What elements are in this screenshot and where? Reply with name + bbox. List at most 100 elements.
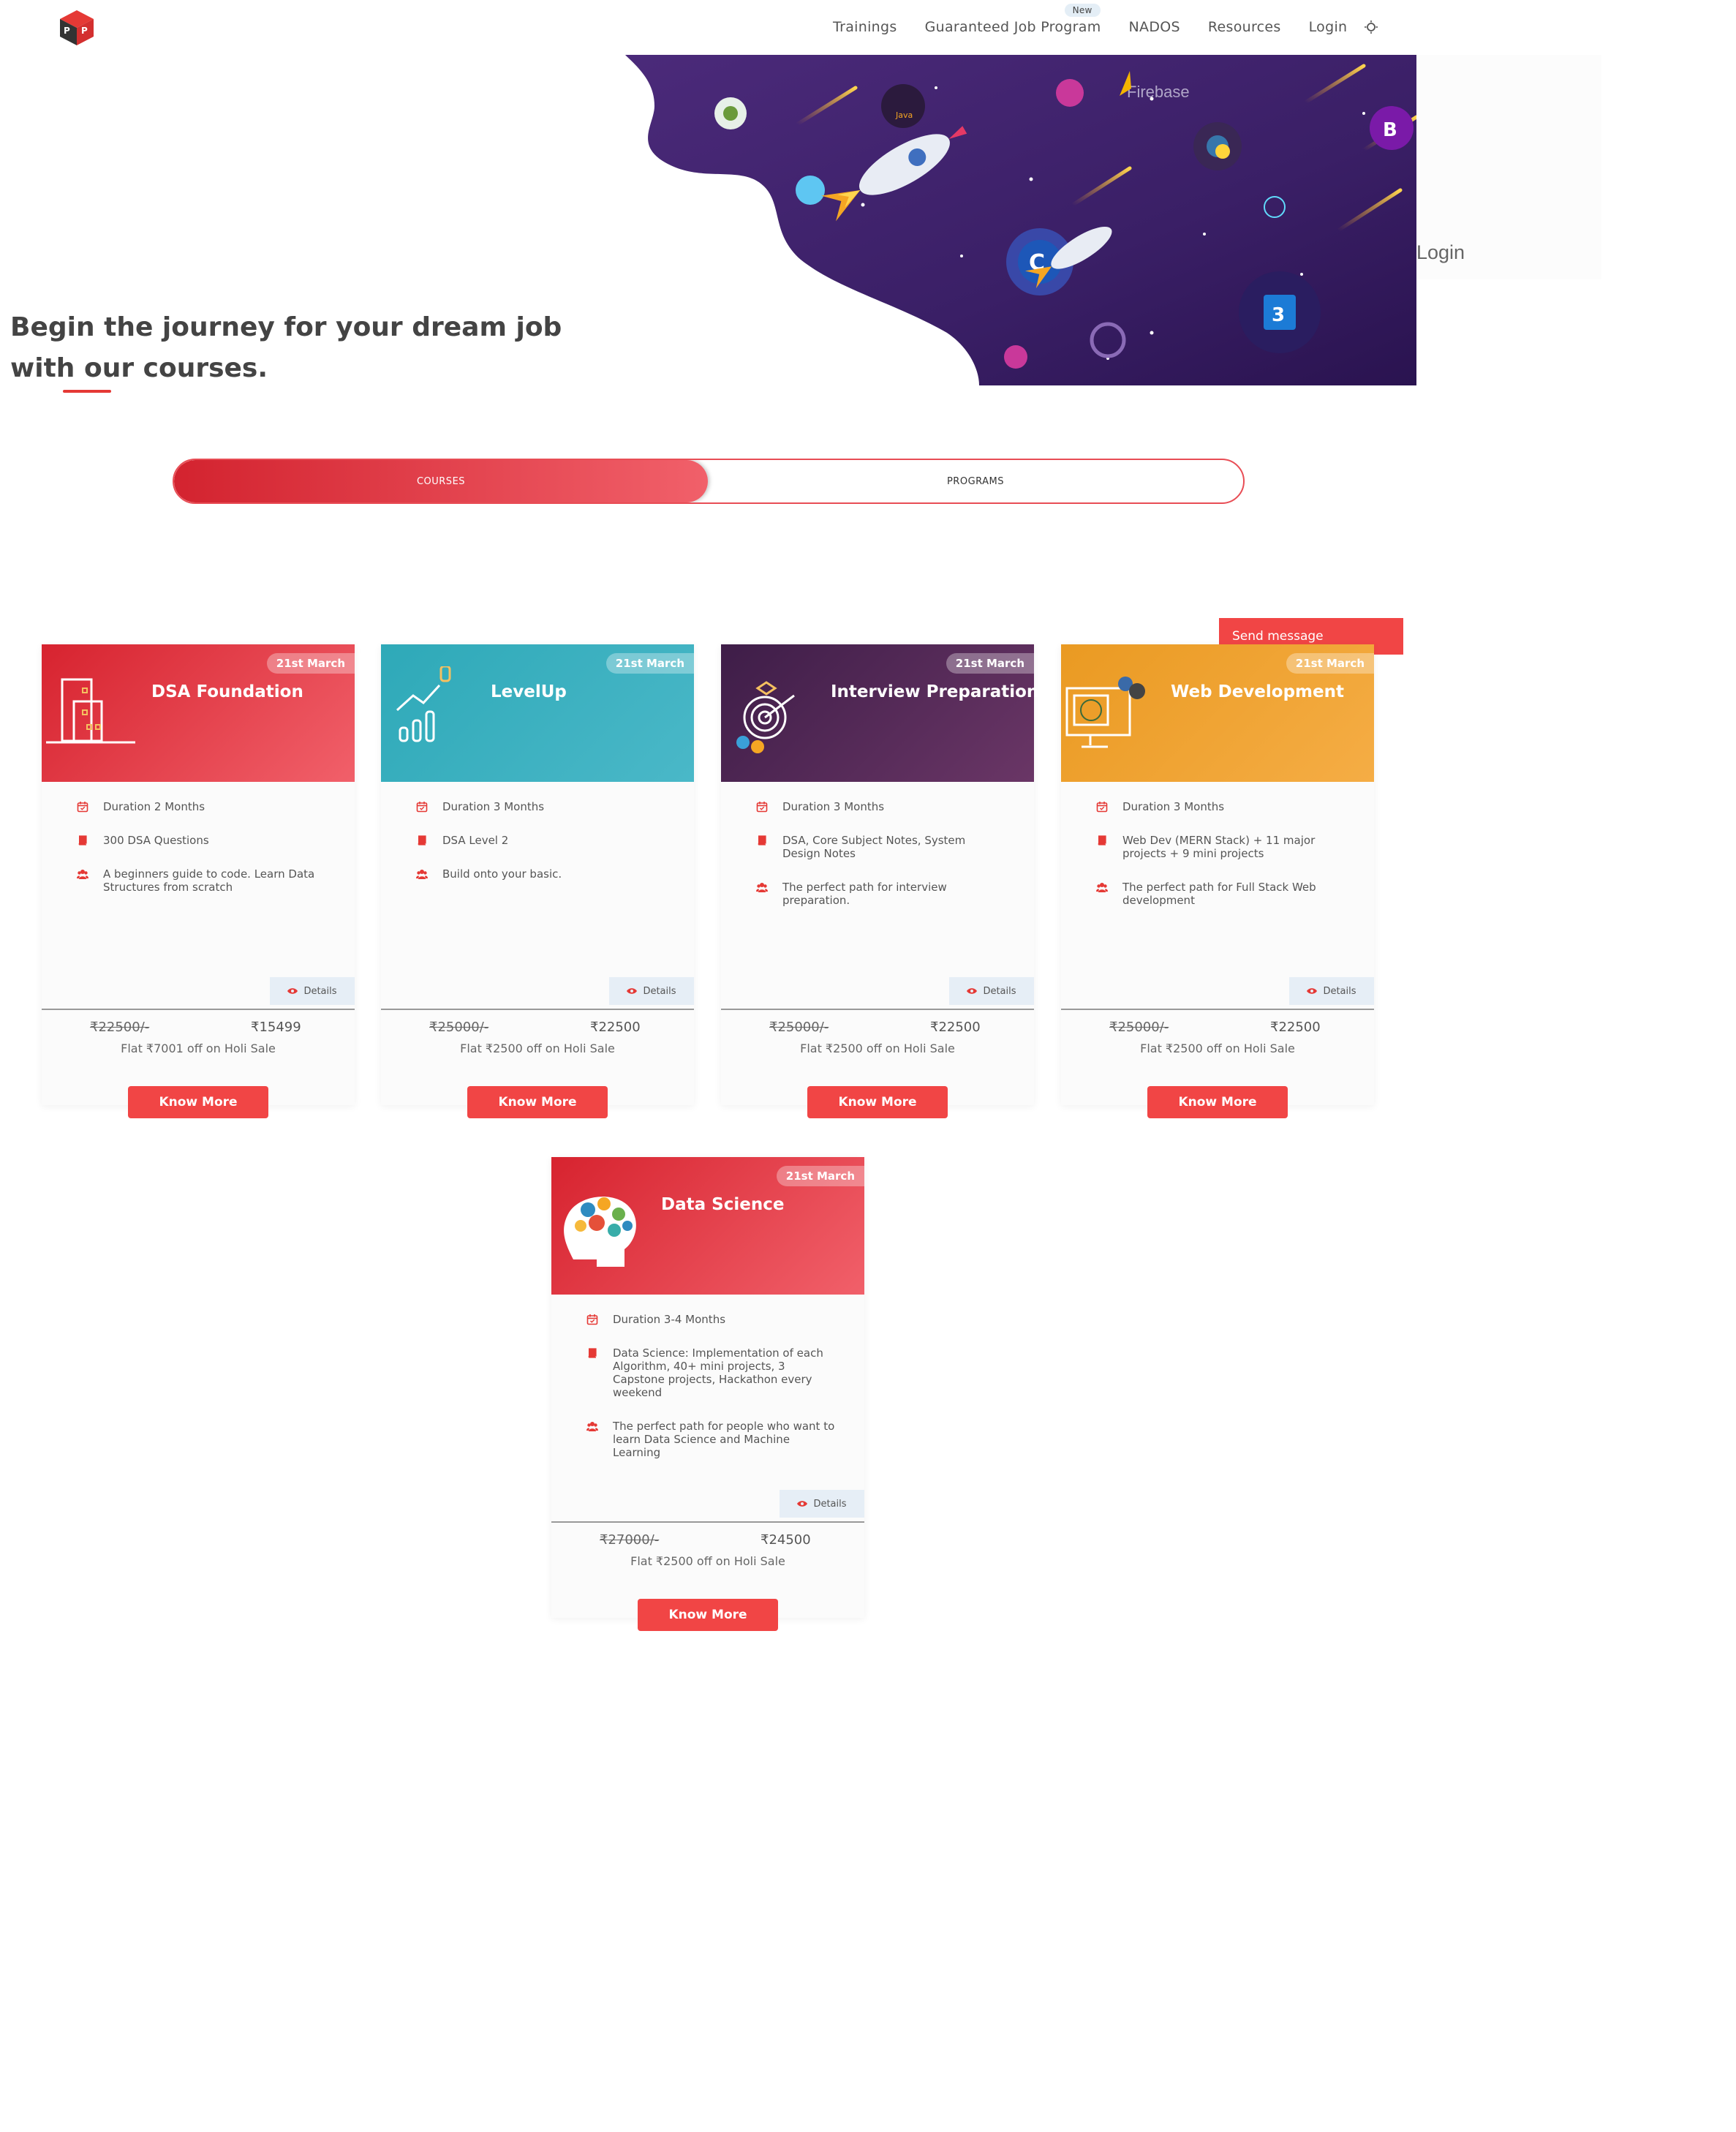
offer-text: Flat ₹2500 off on Holi Sale (630, 1554, 785, 1568)
feature-text: Data Science: Implementation of each Alg… (613, 1346, 823, 1399)
eye-icon (627, 988, 638, 994)
feature-item: DSA, Core Subject Notes, System Design N… (756, 834, 1005, 860)
book-icon (1098, 835, 1106, 845)
svg-text:P: P (81, 26, 88, 36)
price-divider (721, 1009, 1034, 1010)
hero-space-illustration: Java Firebase B C 3 (625, 55, 1416, 385)
feature-list: Duration 3 Months DSA, Core Subject Notes… (756, 800, 1005, 927)
course-title: Data Science (661, 1195, 785, 1214)
logo-icon[interactable]: P P (54, 7, 99, 48)
course-title: Web Development (1171, 682, 1344, 701)
users-icon (1096, 883, 1108, 892)
details-label: Details (983, 985, 1016, 997)
details-label: Details (1323, 985, 1356, 997)
users-icon (77, 870, 88, 879)
know-more-button[interactable]: Know More (638, 1599, 778, 1631)
feature-item: A beginners guide to code. Learn Data St… (77, 867, 325, 894)
feature-text: 300 DSA Questions (103, 834, 209, 847)
svg-text:3: 3 (1272, 304, 1285, 326)
calendar-icon (586, 1314, 598, 1325)
eye-icon (287, 988, 298, 994)
feature-text: Duration 3 Months (442, 800, 545, 813)
original-price: ₹27000/- (600, 1532, 660, 1548)
hero-title-underline (63, 390, 111, 393)
tab-courses[interactable]: COURSES (174, 460, 708, 502)
feature-text: DSA, Core Subject Notes, System Design N… (782, 834, 966, 860)
svg-text:Java: Java (895, 110, 913, 120)
sale-price: ₹22500 (1270, 1020, 1321, 1035)
svg-text:P: P (64, 26, 70, 36)
users-icon (756, 883, 768, 892)
original-price: ₹25000/- (1109, 1020, 1169, 1035)
original-price: ₹25000/- (769, 1020, 829, 1035)
details-button[interactable]: Details (609, 977, 694, 1005)
offer-text: Flat ₹2500 off on Holi Sale (460, 1041, 615, 1055)
tab-programs[interactable]: PROGRAMS (708, 460, 1243, 502)
eye-icon (797, 1501, 808, 1507)
start-date-badge: 21st March (946, 653, 1034, 674)
monitor-globe-icon (1065, 677, 1145, 748)
book-icon (588, 1348, 597, 1358)
nav-guaranteed-job-program[interactable]: Guaranteed Job Program New (911, 4, 1115, 35)
know-more-button[interactable]: Know More (1147, 1086, 1288, 1118)
details-label: Details (813, 1498, 847, 1510)
start-date-badge: 21st March (266, 653, 355, 674)
feature-text: Duration 3 Months (1122, 800, 1225, 813)
hero-login-link[interactable]: Login (1416, 241, 1465, 264)
know-more-button[interactable]: Know More (467, 1086, 608, 1118)
svg-text:B: B (1383, 119, 1397, 141)
building-icon (46, 678, 135, 744)
course-card-header: Data Science 21st March (551, 1157, 864, 1295)
feature-item: Duration 3 Months (416, 800, 665, 813)
price-divider (42, 1009, 355, 1010)
feature-item: The perfect path for Full Stack Web deve… (1096, 881, 1345, 907)
calendar-icon (416, 802, 428, 813)
course-card-header: DSA Foundation 21st March (42, 644, 355, 782)
hero-title: Begin the journey for your dream job wit… (10, 312, 562, 383)
course-title: LevelUp (491, 682, 567, 701)
firebase-logo-label: Firebase (1127, 83, 1190, 101)
nav-login[interactable]: Login (1295, 19, 1362, 35)
course-card-header: LevelUp 21st March (381, 644, 694, 782)
nav-trainings[interactable]: Trainings (819, 19, 911, 35)
course-card: Data Science 21st March Duration 3-4 Month… (551, 1157, 864, 1631)
price-divider (381, 1009, 694, 1010)
users-icon (416, 870, 428, 879)
calendar-icon (756, 802, 768, 813)
course-card-header: Interview Preparation 21st March (721, 644, 1038, 782)
details-button[interactable]: Details (780, 1490, 864, 1518)
feature-text: Duration 3 Months (782, 800, 885, 813)
course-title: DSA Foundation (151, 682, 303, 701)
feature-item: Duration 3 Months (756, 800, 1005, 813)
sale-price: ₹22500 (590, 1020, 641, 1035)
details-button[interactable]: Details (1289, 977, 1374, 1005)
course-card-header: Web Development 21st March (1061, 644, 1374, 782)
growth-chart-icon (396, 666, 451, 742)
course-title: Interview Preparation (831, 682, 1039, 701)
start-date-badge: 21st March (605, 653, 694, 674)
feature-list: Duration 3-4 Months Data Science: Impleme… (586, 1313, 835, 1480)
feature-text: Duration 3-4 Months (613, 1313, 726, 1326)
feature-item: Duration 2 Months (77, 800, 325, 813)
nav-resources[interactable]: Resources (1194, 19, 1295, 35)
feature-item: 300 DSA Questions (77, 834, 325, 847)
calendar-icon (1096, 802, 1108, 813)
offer-text: Flat ₹2500 off on Holi Sale (800, 1041, 955, 1055)
know-more-button[interactable]: Know More (807, 1086, 948, 1118)
course-card: LevelUp 21st March Duration 3 Months DSA Le… (381, 644, 694, 1118)
feature-text: The perfect path for interview preparati… (782, 881, 947, 907)
feature-item: The perfect path for people who want to … (586, 1420, 835, 1459)
feature-text: Web Dev (MERN Stack) + 11 major projects… (1122, 834, 1316, 860)
target-icon (736, 681, 795, 753)
details-label: Details (303, 985, 337, 997)
details-label: Details (643, 985, 676, 997)
nav-nados[interactable]: NADOS (1115, 19, 1194, 35)
book-icon (78, 835, 87, 845)
eye-icon (967, 988, 978, 994)
main-nav: Trainings Guaranteed Job Program New NAD… (819, 0, 1378, 54)
feature-list: Duration 3 Months DSA Level 2 Build onto y… (416, 800, 665, 901)
details-button[interactable]: Details (270, 977, 355, 1005)
theme-toggle-icon[interactable] (1364, 20, 1378, 34)
details-button[interactable]: Details (949, 977, 1034, 1005)
know-more-button[interactable]: Know More (128, 1086, 268, 1118)
